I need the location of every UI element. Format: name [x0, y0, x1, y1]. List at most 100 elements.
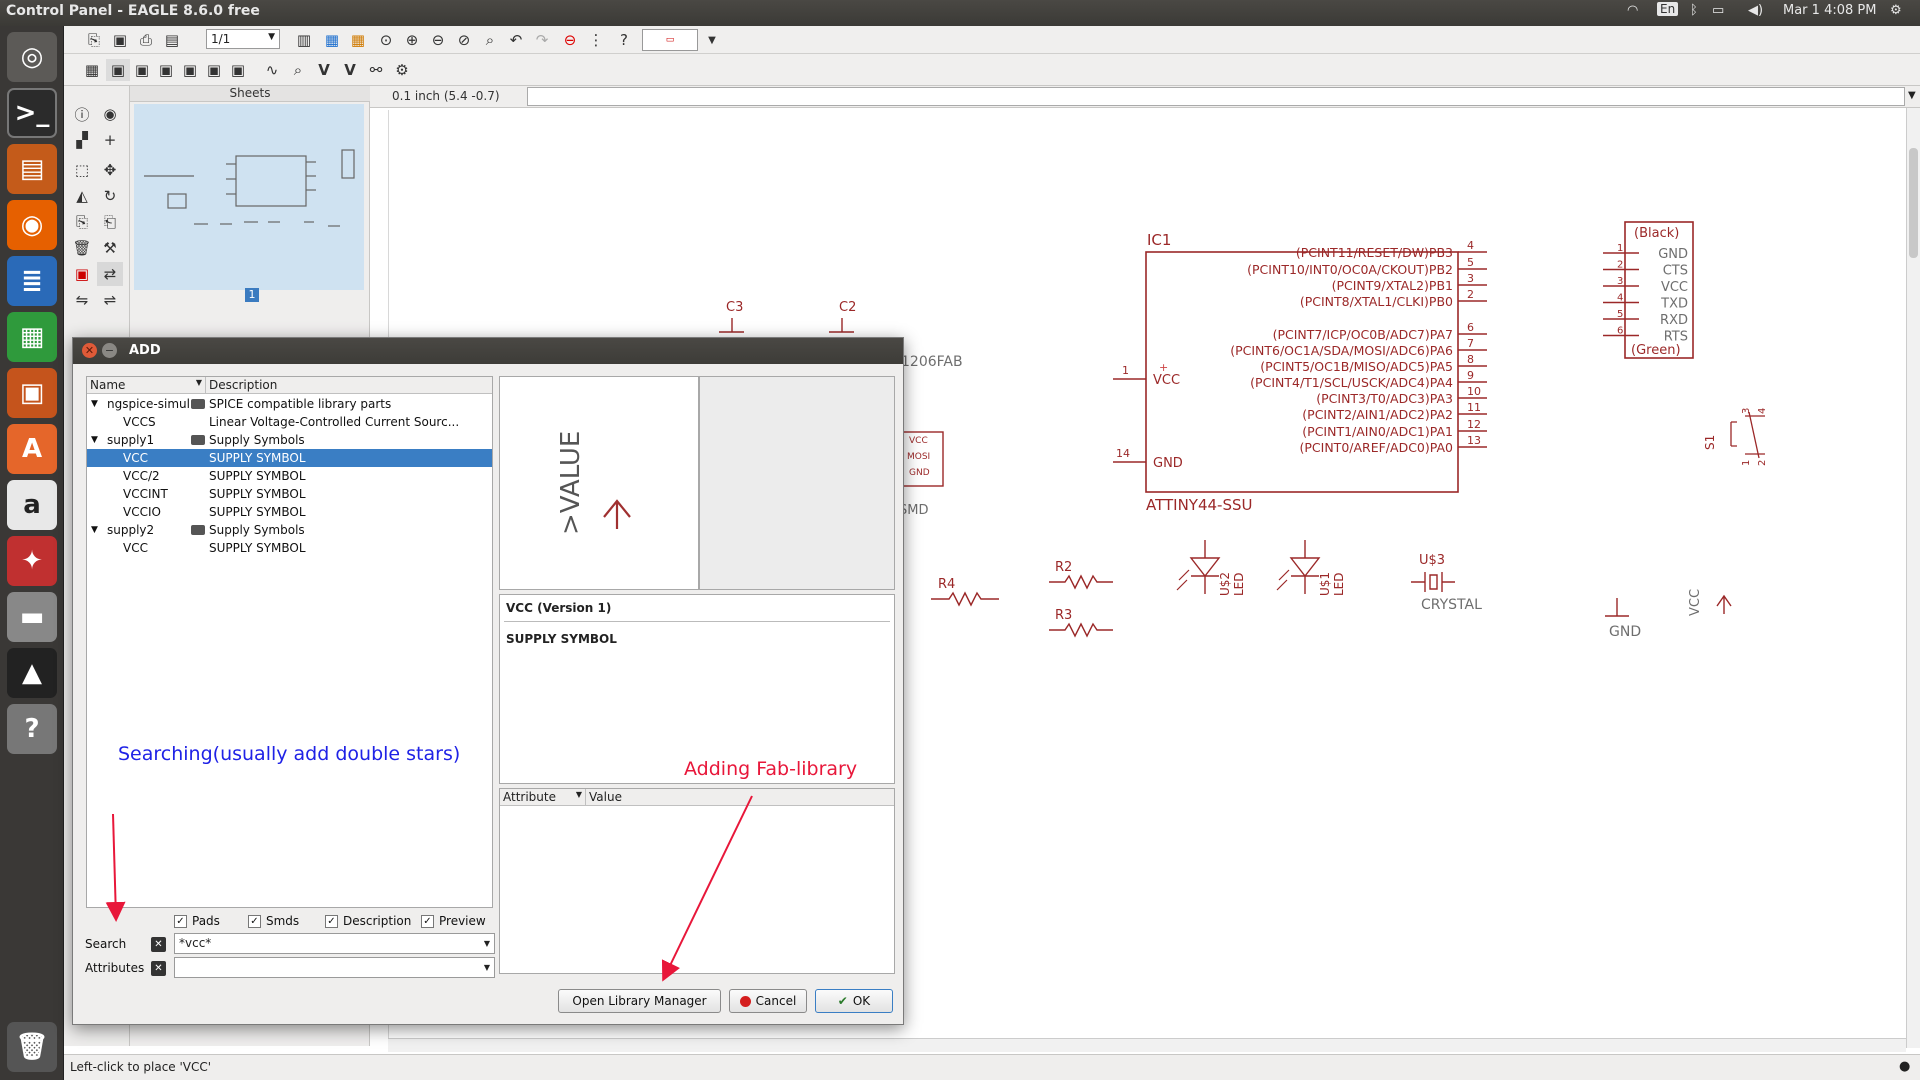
zoom-out-icon[interactable]: ⊖	[426, 29, 450, 51]
zoom-in-icon[interactable]: ⊕	[400, 29, 424, 51]
preview-checkbox[interactable]: ✓	[421, 915, 434, 928]
help-icon[interactable]: ?	[612, 29, 636, 51]
gear-icon[interactable]: ⚙	[1890, 3, 1902, 18]
wifi-icon[interactable]: ◠	[1627, 3, 1638, 18]
wrench-icon[interactable]: ⚒	[97, 236, 123, 260]
board-icon[interactable]: ▥	[292, 29, 316, 51]
cancel-button[interactable]: Cancel	[729, 989, 807, 1013]
copy-icon[interactable]: ⎘	[69, 210, 95, 234]
value-placeholder-icon[interactable]: V	[338, 59, 362, 81]
device-row[interactable]: VCC/2 SUPPLY SYMBOL	[87, 467, 492, 485]
zoom-select-icon[interactable]: ⌕	[478, 29, 502, 51]
stop-icon[interactable]: ⊖	[558, 29, 582, 51]
disk-icon[interactable]: ▬	[7, 592, 57, 642]
redo-icon[interactable]: ↷	[530, 29, 554, 51]
mark-icon[interactable]: +	[97, 128, 123, 152]
cam-icon[interactable]: ▤	[160, 29, 184, 51]
layer-icon[interactable]: ▣	[178, 59, 202, 81]
device-row[interactable]: VCC SUPPLY SYMBOL	[87, 539, 492, 557]
clear-attributes-icon[interactable]: ✕	[151, 961, 166, 976]
pads-checkbox[interactable]: ✓	[174, 915, 187, 928]
grid-icon[interactable]: ▦	[80, 59, 104, 81]
sheet-thumbnail[interactable]	[134, 104, 364, 290]
smds-checkbox[interactable]: ✓	[248, 915, 261, 928]
help-icon[interactable]: ?	[7, 704, 57, 754]
horizontal-scrollbar[interactable]	[388, 1038, 1906, 1052]
pin-swap-icon[interactable]: ⇌	[97, 288, 123, 312]
expand-arrow-icon[interactable]: ▼	[91, 525, 98, 535]
description-checkbox[interactable]: ✓	[325, 915, 338, 928]
value-column-header[interactable]: Value	[586, 789, 894, 806]
paste-icon[interactable]: ⎗	[97, 210, 123, 234]
search-icon[interactable]: ⌕	[286, 59, 310, 81]
language-indicator[interactable]: En	[1657, 2, 1679, 16]
expand-arrow-icon[interactable]: ▼	[91, 399, 98, 409]
eye-icon[interactable]: ◉	[97, 102, 123, 126]
go-icon[interactable]: ⋮	[584, 29, 608, 51]
delete-icon[interactable]: 🗑	[69, 236, 95, 260]
eagle-icon[interactable]: ▲	[7, 648, 57, 698]
attributes-input[interactable]: ▼	[174, 957, 495, 978]
layer-icon[interactable]: ▣	[226, 59, 250, 81]
undo-icon[interactable]: ↶	[504, 29, 528, 51]
settings-icon[interactable]: ⚙	[390, 59, 414, 81]
library-row[interactable]: ▼ ngspice-simul... SPICE compatible librar…	[87, 395, 492, 413]
device-row[interactable]: VCCS Linear Voltage-Controlled Current So…	[87, 413, 492, 431]
layer-icon[interactable]: ▣	[130, 59, 154, 81]
bluetooth-icon[interactable]: ᛒ	[1690, 3, 1698, 18]
vertical-scroll-thumb[interactable]	[1909, 148, 1918, 258]
value-icon[interactable]: V	[312, 59, 336, 81]
sheet-number[interactable]: 1	[245, 288, 259, 302]
info-icon[interactable]: ⓘ	[69, 102, 95, 126]
add-part-icon[interactable]: ▣	[69, 262, 95, 286]
device-row[interactable]: VCCIO SUPPLY SYMBOL	[87, 503, 492, 521]
device-row[interactable]: VCC SUPPLY SYMBOL	[87, 449, 492, 467]
impress-icon[interactable]: ▣	[7, 368, 57, 418]
files-icon[interactable]: ▤	[7, 144, 57, 194]
gate-swap-icon[interactable]: ⇋	[69, 288, 95, 312]
library-row[interactable]: ▼ supply1 Supply Symbols	[87, 431, 492, 449]
sheet-selector[interactable]: 1/1 ▼	[206, 29, 280, 49]
stop-icon[interactable]: ●	[1899, 1059, 1910, 1074]
chevron-down-icon[interactable]: ▼	[700, 29, 724, 51]
design-link-icon[interactable]: ▭	[642, 29, 698, 51]
layer-icon[interactable]: ▣	[202, 59, 226, 81]
layer-icon[interactable]: ▞	[69, 128, 95, 152]
device-row[interactable]: VCCINT SUPPLY SYMBOL	[87, 485, 492, 503]
link-icon[interactable]: ⚯	[364, 59, 388, 81]
layer-icon[interactable]: ▣	[154, 59, 178, 81]
ubuntu-dash-icon[interactable]: ◎	[7, 32, 57, 82]
zoom-redraw-icon[interactable]: ⊘	[452, 29, 476, 51]
move-icon[interactable]: ✥	[97, 158, 123, 182]
amazon-icon[interactable]: a	[7, 480, 57, 530]
settings-icon[interactable]: ✦	[7, 536, 57, 586]
script-icon[interactable]: ▦	[320, 29, 344, 51]
wire-bend-icon[interactable]: ∿	[260, 59, 284, 81]
name-column-header[interactable]: Name ▼	[87, 377, 206, 394]
software-center-icon[interactable]: A	[7, 424, 57, 474]
save-icon[interactable]: ▣	[108, 29, 132, 51]
trash-icon[interactable]: 🗑	[7, 1022, 57, 1072]
replace-icon[interactable]: ⇄	[97, 262, 123, 286]
description-column-header[interactable]: Description	[206, 377, 492, 394]
firefox-icon[interactable]: ◉	[7, 200, 57, 250]
select-icon[interactable]: ⬚	[69, 158, 95, 182]
expand-arrow-icon[interactable]: ▼	[91, 435, 98, 445]
search-input[interactable]: *vcc* ▼	[174, 933, 495, 954]
ok-button[interactable]: ✔ OK	[815, 989, 893, 1013]
open-icon[interactable]: ⎘	[82, 29, 106, 51]
command-line-input[interactable]	[527, 87, 1905, 106]
vertical-scrollbar[interactable]	[1906, 108, 1920, 1048]
clock[interactable]: Mar 1 4:08 PM	[1783, 3, 1876, 18]
open-library-manager-button[interactable]: Open Library Manager	[558, 989, 721, 1013]
clear-search-icon[interactable]: ✕	[151, 937, 166, 952]
chevron-down-icon[interactable]: ▼	[1908, 90, 1916, 101]
minimize-icon[interactable]: −	[102, 343, 117, 358]
volume-icon[interactable]: ◀)	[1748, 3, 1763, 18]
layer-icon[interactable]: ▣	[106, 59, 130, 81]
zoom-fit-icon[interactable]: ⊙	[374, 29, 398, 51]
writer-icon[interactable]: ≣	[7, 256, 57, 306]
print-icon[interactable]: ⎙	[134, 29, 158, 51]
library-row[interactable]: ▼ supply2 Supply Symbols	[87, 521, 492, 539]
attribute-column-header[interactable]: Attribute ▼	[500, 789, 586, 806]
